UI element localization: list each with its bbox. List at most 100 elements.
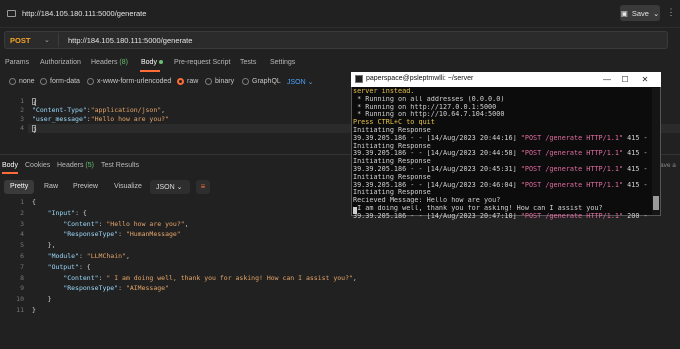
method-select[interactable]: POST	[10, 36, 30, 45]
response-tab-cookies[interactable]: Cookies	[25, 162, 50, 169]
tab-label: Headers	[57, 162, 84, 169]
code-token: "Content-Type"	[32, 106, 87, 114]
line-number: 2	[20, 106, 24, 114]
line-number: 3	[20, 219, 24, 228]
line-number: 10	[16, 295, 24, 304]
chevron-down-icon: ⌄	[176, 184, 183, 191]
option-label: binary	[215, 78, 235, 85]
tab-pre-request-script[interactable]: Pre-request Script	[174, 59, 230, 66]
body-format-select[interactable]: JSON ⌄	[287, 78, 314, 86]
more-options-icon[interactable]: ⋮	[666, 7, 676, 19]
request-body-line[interactable]: "Content-Type":"application/json",	[32, 106, 165, 114]
save-response-label[interactable]: ave a	[660, 162, 676, 169]
radio-selected-icon	[177, 78, 184, 85]
terminal-output: server instead. * Running on all address…	[353, 88, 653, 221]
terminal-line: Recieved Message: Hello how are you?	[353, 197, 501, 205]
line-number: 8	[20, 273, 24, 282]
headers-count: (5)	[85, 162, 94, 169]
body-option-none[interactable]: none	[9, 78, 35, 85]
view-raw-button[interactable]: Raw	[38, 180, 64, 194]
radio-icon	[40, 78, 47, 85]
headers-count: (8)	[119, 59, 128, 66]
wrap-lines-icon[interactable]: ≡	[196, 180, 210, 194]
response-body-line: }	[32, 306, 36, 314]
response-tab-headers[interactable]: Headers (5)	[57, 162, 94, 169]
code-token: {	[86, 262, 91, 271]
body-option-graphql[interactable]: GraphQL	[242, 78, 281, 85]
terminal-line: * Running on http://10.64.7.104:5000	[353, 111, 505, 119]
terminal-line: Initiating Response	[353, 173, 431, 181]
terminal-title: paperspace@psleptmwlli: ~/server	[366, 75, 474, 82]
code-token: "Hello how are you?"	[90, 115, 169, 123]
body-option-binary[interactable]: binary	[205, 78, 234, 85]
code-token: :	[75, 208, 83, 217]
maximize-icon[interactable]: ☐	[616, 73, 634, 86]
request-line-highlight: "POST /generate HTTP/1.1"	[520, 165, 624, 173]
terminal-scrollbar-thumb[interactable]	[653, 196, 659, 210]
code-token: "AIMessage"	[125, 284, 169, 293]
chevron-down-icon[interactable]: ⌄	[44, 36, 50, 44]
tab-body[interactable]: Body	[141, 59, 163, 66]
body-option-form-data[interactable]: form-data	[40, 78, 80, 85]
minimize-icon[interactable]: —	[598, 73, 616, 86]
tab-tests[interactable]: Tests	[240, 59, 256, 66]
code-token: :	[118, 284, 126, 293]
code-token: " I am doing well, thank you for asking!…	[106, 273, 353, 282]
request-body-line[interactable]: {	[32, 97, 37, 107]
tab-params[interactable]: Params	[5, 59, 29, 66]
line-number: 11	[16, 306, 24, 314]
terminal-line: Press CTRL+C to quit	[353, 119, 435, 127]
code-token: "Content"	[63, 273, 99, 282]
line-number: 7	[20, 262, 24, 271]
body-option-urlencoded[interactable]: x-www-form-urlencoded	[87, 78, 171, 85]
tab-headers[interactable]: Headers (8)	[91, 59, 128, 66]
code-token: }	[32, 306, 36, 314]
format-label: JSON	[287, 79, 306, 86]
close-icon[interactable]: ✕	[636, 73, 654, 86]
url-input[interactable]: http://184.105.180.111:5000/generate	[68, 36, 192, 45]
option-label: GraphQL	[252, 78, 281, 85]
code-token: "Hello how are you?"	[106, 219, 185, 228]
request-tab-title[interactable]: http://184.105.180.111:5000/generate	[22, 9, 146, 18]
code-token: "LLMChain"	[86, 252, 126, 260]
terminal-line: server instead.	[353, 88, 415, 95]
response-tab-body[interactable]: Body	[2, 162, 18, 169]
chevron-down-icon: ⌄	[307, 79, 314, 86]
response-tab-test-results[interactable]: Test Results	[101, 162, 139, 169]
active-tab-indicator	[140, 70, 160, 72]
request-line-highlight: "POST /generate HTTP/1.1"	[520, 181, 624, 189]
line-number: 4	[20, 230, 24, 239]
code-token: "application/json"	[90, 106, 162, 114]
request-body-line[interactable]: }	[32, 124, 37, 134]
request-body-line[interactable]: "user_message":"Hello how are you?"	[32, 115, 169, 123]
option-label: none	[19, 78, 35, 85]
view-pretty-button[interactable]: Pretty	[4, 180, 35, 194]
terminal-line: 39.39.205.186 - - [14/Aug/2023 20:45:31]…	[353, 165, 648, 173]
tab-authorization[interactable]: Authorization	[40, 59, 81, 66]
brace-match-box: }	[32, 124, 37, 134]
view-visualize-button[interactable]: Visualize	[108, 180, 148, 194]
terminal-line: 39.39.205.186 - - [14/Aug/2023 20:46:04]…	[353, 181, 648, 189]
terminal-line: 39.39.205.186 - - [14/Aug/2023 20:44:58]…	[353, 150, 648, 158]
radio-icon	[205, 78, 212, 85]
code-token: "Output"	[47, 262, 79, 271]
terminal-icon	[355, 75, 363, 83]
response-body-line: "Content": "Hello how are you?",	[32, 219, 188, 228]
response-format-select[interactable]: JSON ⌄	[150, 180, 190, 194]
terminal-line: 39.39.205.186 - - [14/Aug/2023 20:44:16]…	[353, 134, 648, 142]
radio-icon	[9, 78, 16, 85]
code-token: :	[118, 230, 126, 239]
tab-settings[interactable]: Settings	[270, 59, 295, 66]
radio-icon	[87, 78, 94, 85]
body-option-raw[interactable]: raw	[177, 78, 198, 85]
save-button[interactable]: ▣ Save ⌄	[620, 5, 660, 21]
view-preview-button[interactable]: Preview	[67, 180, 104, 194]
option-label: form-data	[50, 78, 80, 85]
tab-headers-label: Headers	[91, 59, 118, 66]
line-number: 5	[20, 241, 24, 250]
code-token: :	[78, 262, 87, 271]
